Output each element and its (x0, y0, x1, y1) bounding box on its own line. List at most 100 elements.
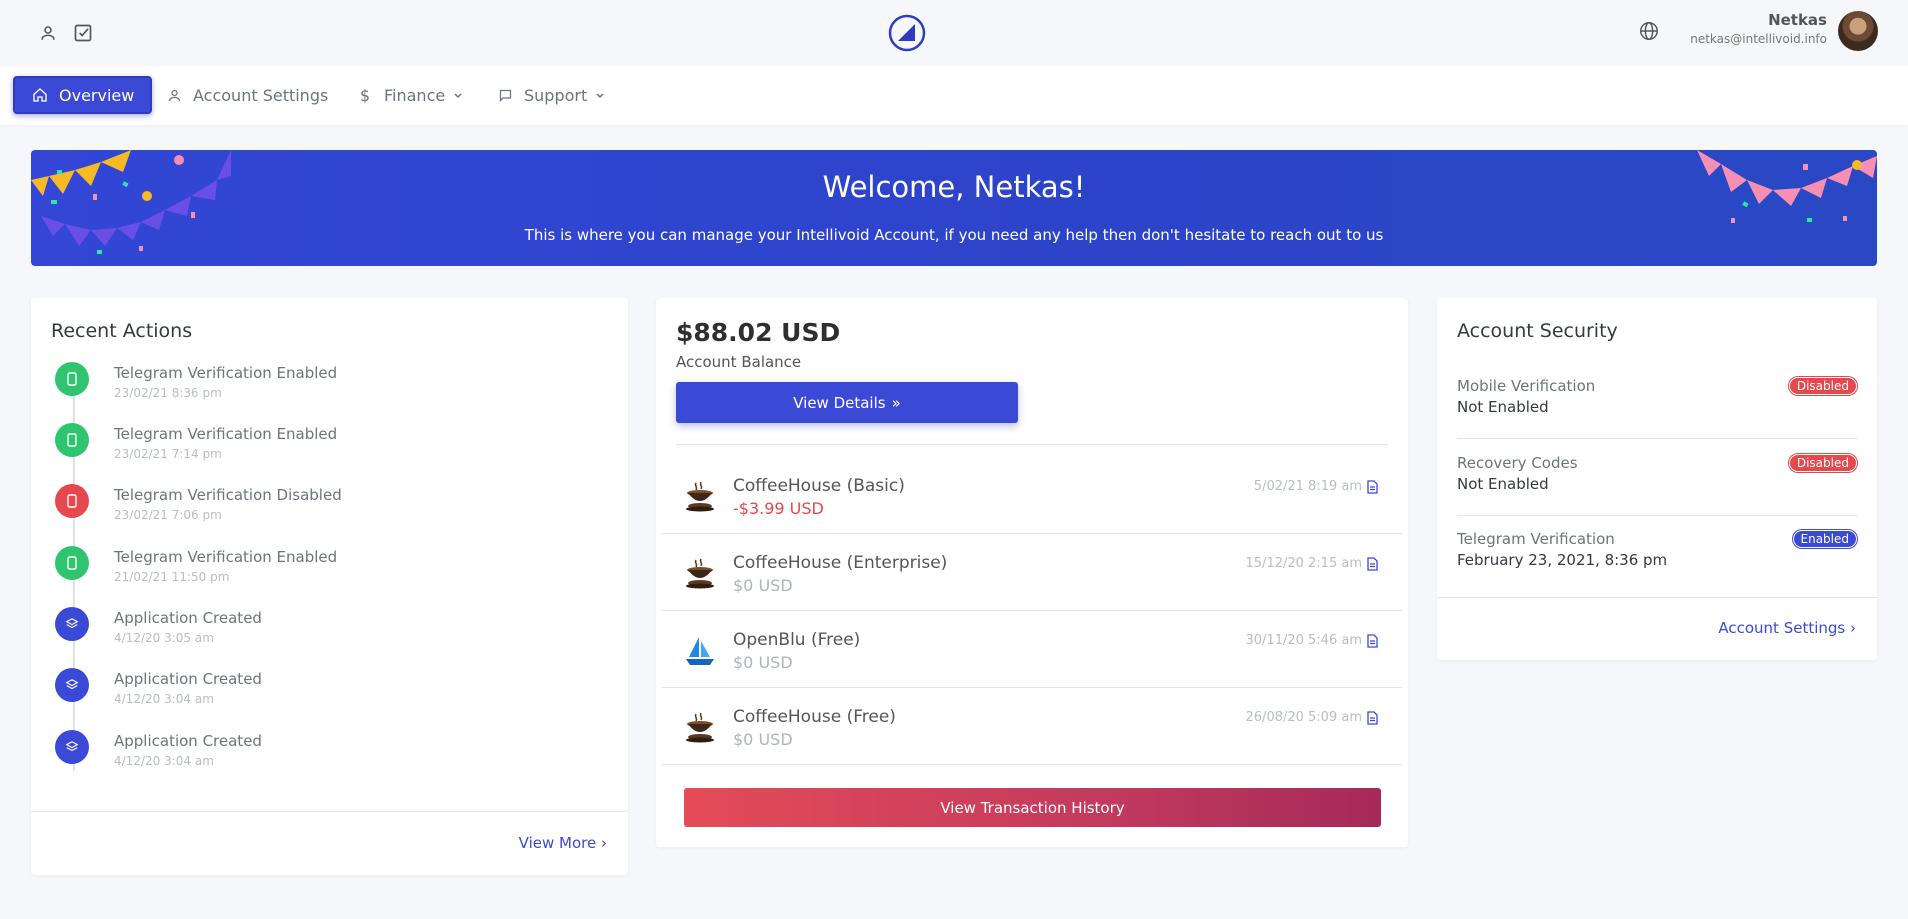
nav-finance-label: Finance (384, 85, 446, 105)
sailboat-icon (683, 633, 717, 667)
timeline-item-title: Telegram Verification Enabled (114, 548, 338, 566)
chat-icon (496, 86, 514, 104)
nav-support[interactable]: Support (488, 76, 613, 114)
document-icon[interactable] (1367, 710, 1378, 725)
account-settings-link-label: Account Settings (1718, 619, 1846, 637)
security-item: Mobile Verification Not Enabled Disabled (1457, 377, 1857, 416)
status-badge: Enabled (1792, 530, 1857, 548)
timeline-item: Telegram Verification Enabled 23/02/21 8:… (55, 362, 555, 416)
transaction-amount: $0 USD (733, 730, 793, 749)
user-icon (165, 86, 183, 104)
chevron-down-icon (595, 90, 605, 100)
top-bar: Netkas netkas@intellivoid.info (0, 0, 1908, 66)
nav-overview-label: Overview (59, 85, 135, 105)
account-security-title: Account Security (1457, 320, 1618, 342)
security-item: Recovery Codes Not Enabled Disabled (1457, 454, 1857, 493)
balance-amount: $88.02 USD (676, 318, 841, 347)
transaction-date: 30/11/20 5:46 am (1245, 633, 1362, 648)
timeline-item-title: Telegram Verification Disabled (114, 486, 342, 504)
timeline-item: Application Created 4/12/20 3:04 am (55, 668, 555, 722)
transaction-amount: -$3.99 USD (733, 499, 824, 518)
transaction-amount: $0 USD (733, 576, 793, 595)
timeline-item-title: Application Created (114, 670, 262, 688)
coffee-icon (683, 479, 717, 513)
layers-icon (55, 607, 89, 641)
timeline-item: Telegram Verification Enabled 23/02/21 7:… (55, 423, 555, 477)
coffee-icon (683, 556, 717, 590)
dollar-icon: $ (359, 85, 371, 105)
phone-icon (55, 546, 89, 580)
layers-icon (55, 730, 89, 764)
security-item: Telegram Verification February 23, 2021, … (1457, 530, 1857, 569)
timeline-item: Telegram Verification Disabled 23/02/21 7… (55, 484, 555, 538)
nav-support-label: Support (524, 85, 588, 105)
view-details-label: View Details (793, 393, 886, 412)
timeline-item-time: 4/12/20 3:05 am (114, 631, 214, 645)
user-email: netkas@intellivoid.info (1690, 32, 1827, 46)
phone-icon (55, 423, 89, 457)
view-more-link[interactable]: View More › (519, 834, 607, 852)
bunting-right-decoration (1697, 150, 1877, 223)
nav-overview[interactable]: Overview (13, 76, 153, 114)
transaction-name: CoffeeHouse (Basic) (733, 476, 905, 496)
timeline-item: Application Created 4/12/20 3:04 am (55, 730, 555, 784)
timeline-item-title: Application Created (114, 609, 262, 627)
phone-icon (55, 484, 89, 518)
user-name: Netkas (1768, 11, 1827, 29)
document-icon[interactable] (1367, 556, 1378, 571)
intellivoid-logo[interactable] (888, 14, 926, 52)
view-details-button[interactable]: View Details » (676, 382, 1018, 423)
timeline-item-title: Telegram Verification Enabled (114, 425, 338, 443)
transaction-name: CoffeeHouse (Enterprise) (733, 553, 948, 573)
transaction-row[interactable]: CoffeeHouse (Enterprise) $0 USD 15/12/20 2… (661, 534, 1402, 611)
transaction-row[interactable]: CoffeeHouse (Free) $0 USD 26/08/20 5:09 am (661, 688, 1402, 765)
tasks-icon[interactable] (70, 20, 96, 46)
chevron-down-icon (453, 90, 463, 100)
layers-icon (55, 668, 89, 702)
balance-label: Account Balance (676, 353, 802, 371)
nav-account-settings[interactable]: Account Settings (157, 76, 336, 114)
transaction-name: OpenBlu (Free) (733, 630, 861, 650)
transaction-date: 15/12/20 2:15 am (1245, 556, 1362, 571)
view-transaction-history-label: View Transaction History (940, 798, 1125, 817)
timeline-item-time: 23/02/21 7:14 pm (114, 447, 222, 461)
status-badge: Disabled (1788, 377, 1857, 395)
security-item-value: Not Enabled (1457, 475, 1549, 493)
timeline-item-time: 4/12/20 3:04 am (114, 692, 214, 706)
security-item-value: Not Enabled (1457, 398, 1549, 416)
transaction-name: CoffeeHouse (Free) (733, 707, 896, 727)
nav-bar: Overview Account Settings $ Finance Supp… (0, 66, 1908, 125)
divider (1457, 515, 1857, 516)
nav-account-settings-label: Account Settings (193, 85, 329, 105)
timeline-item-time: 4/12/20 3:04 am (114, 754, 214, 768)
welcome-banner: Welcome, Netkas! This is where you can m… (31, 150, 1877, 266)
bunting-left-decoration (31, 150, 231, 254)
divider (1437, 597, 1877, 598)
timeline-item-time: 21/02/21 11:50 pm (114, 570, 230, 584)
avatar[interactable] (1838, 11, 1878, 51)
divider (31, 811, 628, 812)
globe-icon[interactable] (1638, 20, 1664, 46)
document-icon[interactable] (1367, 479, 1378, 494)
status-badge: Disabled (1788, 454, 1857, 472)
account-settings-link[interactable]: Account Settings › (1718, 619, 1856, 637)
double-chevron-right-icon: » (891, 393, 901, 412)
coffee-icon (683, 710, 717, 744)
timeline-item-time: 23/02/21 8:36 pm (114, 386, 222, 400)
divider (676, 444, 1388, 445)
divider (1457, 438, 1857, 439)
banner-title: Welcome, Netkas! (822, 170, 1086, 204)
transaction-row[interactable]: OpenBlu (Free) $0 USD 30/11/20 5:46 am (661, 611, 1402, 688)
view-transaction-history-button[interactable]: View Transaction History (684, 788, 1381, 827)
timeline-item-time: 23/02/21 7:06 pm (114, 508, 222, 522)
home-icon (31, 86, 49, 104)
transaction-date: 5/02/21 8:19 am (1253, 479, 1362, 494)
timeline-item-title: Telegram Verification Enabled (114, 364, 338, 382)
timeline-item: Telegram Verification Enabled 21/02/21 11… (55, 546, 555, 600)
nav-finance[interactable]: $ Finance (348, 76, 471, 114)
user-icon[interactable] (35, 20, 61, 46)
recent-actions-title: Recent Actions (51, 320, 193, 342)
phone-icon (55, 362, 89, 396)
transaction-row[interactable]: CoffeeHouse (Basic) -$3.99 USD 5/02/21 8:1… (661, 457, 1402, 534)
document-icon[interactable] (1367, 633, 1378, 648)
